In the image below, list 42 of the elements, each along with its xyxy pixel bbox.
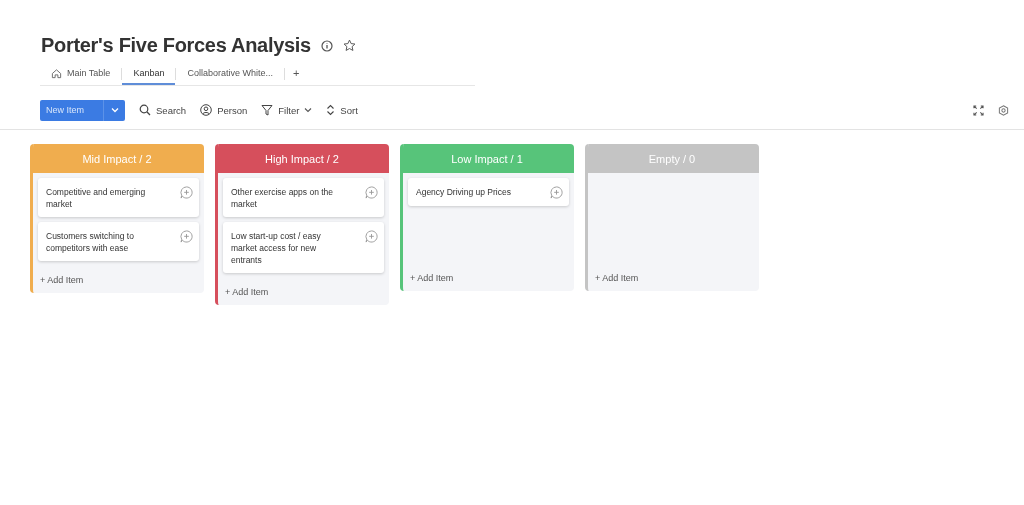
add-item-button[interactable]: + Add Item [38, 271, 86, 285]
tab[interactable]: Kanban [122, 63, 176, 85]
add-update-icon[interactable] [365, 186, 378, 199]
toolbar-button[interactable]: Filter [261, 104, 313, 116]
fullscreen-icon[interactable] [973, 104, 984, 116]
item-card[interactable]: Low start-up cost / easy market access for new entrants [223, 222, 384, 273]
add-item-button[interactable]: + Add Item [593, 269, 641, 283]
toolbar-button[interactable]: Sort [326, 104, 358, 116]
item-card[interactable]: Agency Driving up Prices [408, 178, 569, 206]
column-header: High Impact / 2 [218, 144, 389, 173]
item-title: Agency Driving up Prices [416, 186, 511, 198]
add-item-button[interactable]: + Add Item [408, 269, 456, 283]
home-icon [51, 67, 62, 79]
add-item-button[interactable]: + Add Item [223, 283, 271, 297]
item-title: Low start-up cost / easy market access for new entrants [231, 230, 322, 266]
item-card[interactable]: Other exercise apps on the market [223, 178, 384, 217]
item-title: Customers switching to competitors with ease [46, 230, 135, 254]
add-update-icon[interactable] [550, 186, 563, 199]
board-title: Porter's Five Forces Analysis [41, 34, 311, 57]
tab[interactable]: Main Table [40, 63, 122, 85]
add-update-icon[interactable] [365, 230, 378, 243]
add-update-icon[interactable] [180, 230, 193, 243]
settings-icon[interactable] [998, 104, 1009, 116]
column-header: Mid Impact / 2 [33, 144, 204, 173]
item-card[interactable]: Competitive and emerging market [38, 178, 199, 217]
item-card[interactable]: Customers switching to competitors with ease [38, 222, 199, 261]
add-update-icon[interactable] [180, 186, 193, 199]
toolbar-button[interactable]: Search [139, 104, 187, 116]
person-icon [200, 104, 213, 116]
chevron-down-icon [304, 107, 313, 113]
chevron-down-icon [111, 107, 119, 113]
filter-icon [261, 104, 274, 116]
search-icon [139, 104, 151, 116]
toolbar-button[interactable]: Person [200, 104, 248, 116]
item-title: Competitive and emerging market [46, 186, 147, 210]
tab[interactable]: Collaborative White... [176, 63, 284, 85]
item-title: Other exercise apps on the market [231, 186, 335, 210]
add-view-button[interactable]: + [284, 63, 308, 85]
info-icon[interactable] [320, 39, 333, 52]
star-icon[interactable] [342, 39, 356, 52]
sort-icon [326, 104, 336, 116]
column-header: Low Impact / 1 [403, 144, 574, 173]
